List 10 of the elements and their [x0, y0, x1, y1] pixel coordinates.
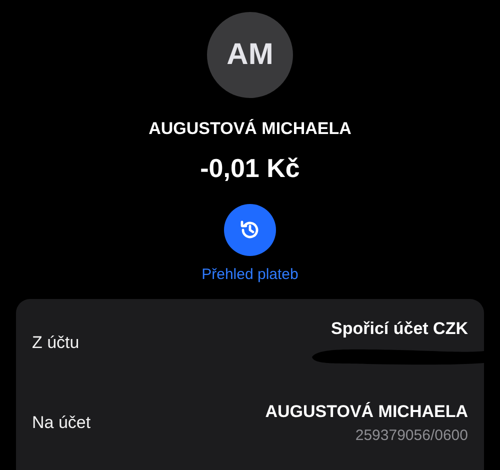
account-number: 259379056/0600: [355, 427, 468, 444]
amount: -0,01 Kč: [200, 153, 300, 184]
detail-label: Na účet: [32, 413, 91, 433]
detail-value: Spořicí účet CZK: [331, 319, 468, 339]
avatar: AM: [207, 12, 293, 98]
detail-label: Z účtu: [32, 333, 80, 353]
detail-value: AUGUSTOVÁ MICHAELA: [265, 402, 468, 422]
payment-overview-link[interactable]: Přehled plateb: [202, 266, 298, 283]
history-button[interactable]: [224, 204, 276, 256]
contact-name: AUGUSTOVÁ MICHAELA: [148, 119, 352, 139]
